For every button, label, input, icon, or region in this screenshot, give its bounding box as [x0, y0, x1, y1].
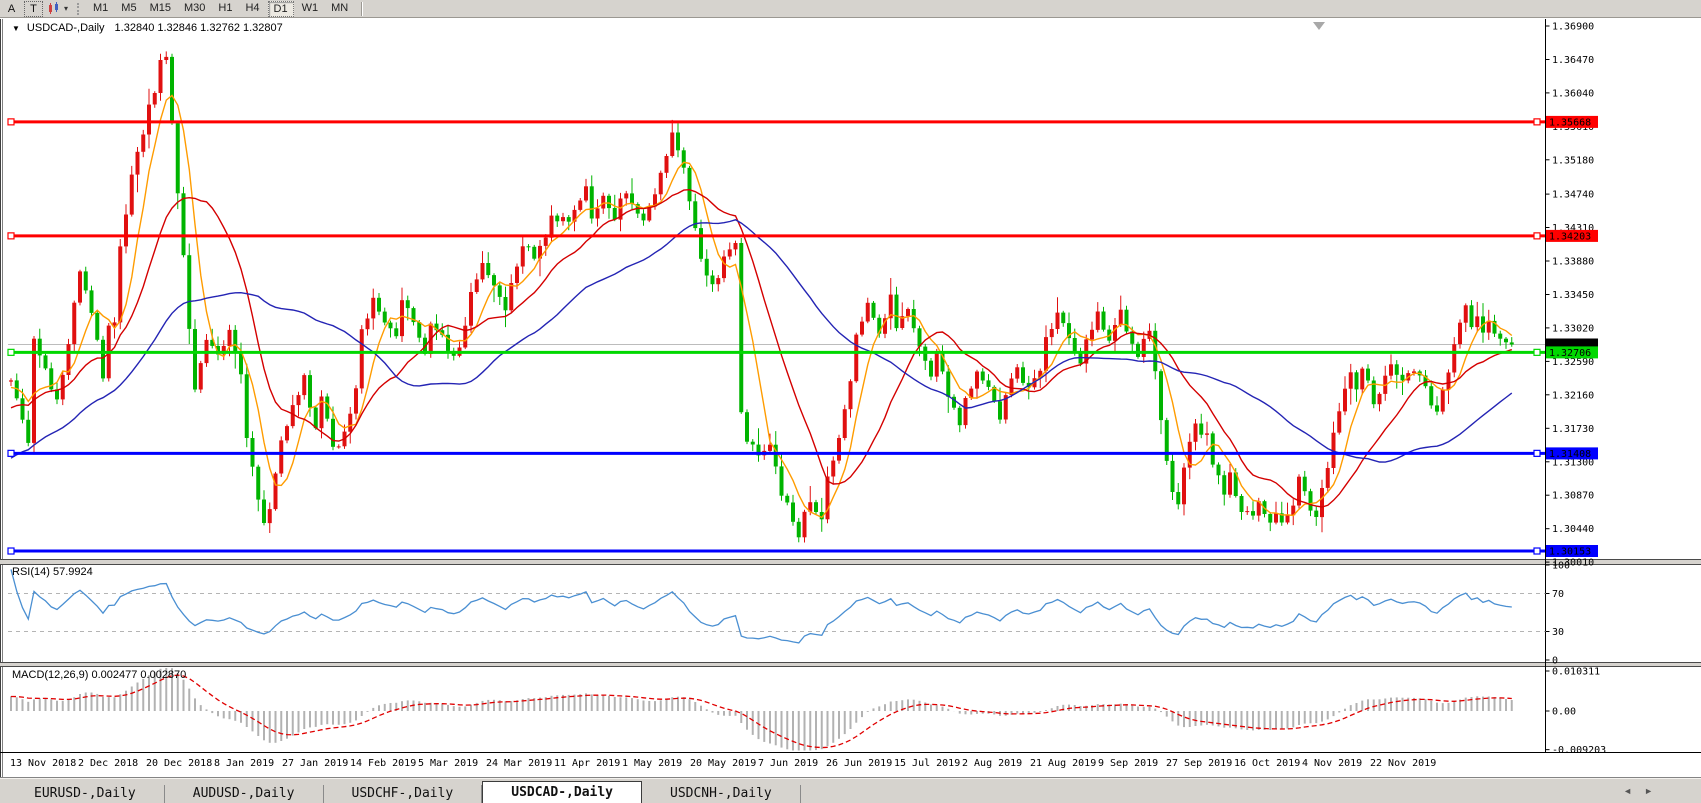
toolbar-separator	[361, 2, 362, 16]
line-handle[interactable]	[1534, 548, 1540, 554]
svg-text:1.33020: 1.33020	[1552, 323, 1594, 334]
timeframe-button-m1[interactable]: M1	[88, 1, 113, 15]
svg-text:1.31730: 1.31730	[1552, 424, 1594, 435]
svg-text:27 Jan 2019: 27 Jan 2019	[282, 758, 348, 769]
timeframe-button-h1[interactable]: H1	[213, 1, 237, 15]
svg-text:7 Jun 2019: 7 Jun 2019	[758, 758, 818, 769]
svg-text:0: 0	[1552, 656, 1558, 667]
svg-text:70: 70	[1552, 589, 1564, 600]
svg-text:1.34203: 1.34203	[1549, 231, 1591, 242]
svg-text:22 Nov 2019: 22 Nov 2019	[1370, 758, 1436, 769]
svg-text:1.30870: 1.30870	[1552, 491, 1594, 502]
svg-text:1.32160: 1.32160	[1552, 390, 1594, 401]
toolbar: A T ▾ M1M5 M15M30H1H4 D1W1MN	[0, 0, 1701, 18]
scroll-right-icon[interactable]: ►	[1644, 786, 1653, 796]
line-handle[interactable]	[8, 349, 14, 355]
svg-text:14 Feb 2019: 14 Feb 2019	[350, 758, 416, 769]
tab-eurusddaily[interactable]: EURUSD-,Daily	[6, 785, 165, 803]
macd-label: MACD(12,26,9) 0.002477 0.002870	[12, 669, 186, 681]
line-handle[interactable]	[8, 119, 14, 125]
timeframe-button-mn[interactable]: MN	[326, 1, 353, 15]
svg-text:15 Jul 2019: 15 Jul 2019	[894, 758, 960, 769]
svg-text:8 Jan 2019: 8 Jan 2019	[214, 758, 274, 769]
svg-text:9 Sep 2019: 9 Sep 2019	[1098, 758, 1158, 769]
tab-usdcnhdaily[interactable]: USDCNH-,Daily	[642, 785, 801, 803]
text-tool-button[interactable]: T	[24, 1, 43, 17]
level-price-label: 1.34203	[1546, 230, 1598, 243]
chevron-down-icon[interactable]: ▼	[12, 24, 20, 33]
level-price-label: 1.31408	[1546, 447, 1598, 460]
chart-canvas[interactable]: 1.369001.364701.360401.356101.351801.347…	[0, 0, 1701, 803]
svg-text:20 May 2019: 20 May 2019	[690, 758, 756, 769]
svg-text:0.00: 0.00	[1552, 707, 1576, 718]
chart-tool-icon	[47, 2, 62, 15]
svg-text:2 Dec 2018: 2 Dec 2018	[78, 758, 138, 769]
symbol-name: USDCAD-,Daily	[27, 22, 105, 34]
svg-text:4 Nov 2019: 4 Nov 2019	[1302, 758, 1362, 769]
svg-text:13 Nov 2018: 13 Nov 2018	[10, 758, 76, 769]
svg-text:24 Mar 2019: 24 Mar 2019	[486, 758, 552, 769]
svg-text:1.32706: 1.32706	[1549, 348, 1591, 359]
time-axis[interactable]: 13 Nov 20182 Dec 2018 20 Dec 20188 Jan 20…	[10, 758, 1436, 769]
tab-usdchfdaily[interactable]: USDCHF-,Daily	[324, 785, 483, 803]
svg-text:-0.009203: -0.009203	[1552, 745, 1606, 756]
tab-audusddaily[interactable]: AUDUSD-,Daily	[165, 785, 324, 803]
svg-text:27 Sep 2019: 27 Sep 2019	[1166, 758, 1232, 769]
svg-text:100: 100	[1552, 561, 1570, 572]
level-price-label: 1.35668	[1546, 116, 1598, 128]
line-handle[interactable]	[1534, 119, 1540, 125]
svg-text:1.30153: 1.30153	[1549, 547, 1591, 558]
svg-text:5 Mar 2019: 5 Mar 2019	[418, 758, 478, 769]
chart-tool-button[interactable]: ▾	[47, 2, 68, 16]
svg-text:30: 30	[1552, 627, 1564, 638]
svg-text:1.35668: 1.35668	[1549, 117, 1591, 128]
svg-text:21 Aug 2019: 21 Aug 2019	[1030, 758, 1096, 769]
line-handle[interactable]	[8, 450, 14, 456]
level-price-label: 1.30153	[1546, 545, 1598, 558]
timeframe-button-m30[interactable]: M30	[179, 1, 210, 15]
svg-text:26 Jun 2019: 26 Jun 2019	[826, 758, 892, 769]
timeframe-button-h4[interactable]: H4	[240, 1, 264, 15]
line-handle[interactable]	[8, 548, 14, 554]
svg-text:1.36900: 1.36900	[1552, 22, 1594, 33]
scroll-left-icon[interactable]: ◄	[1623, 786, 1632, 796]
toolbar-grip[interactable]	[77, 3, 81, 15]
svg-text:1.31408: 1.31408	[1549, 449, 1591, 460]
svg-text:1.34740: 1.34740	[1552, 190, 1594, 201]
svg-text:16 Oct 2019: 16 Oct 2019	[1234, 758, 1300, 769]
chart-title: ▼ USDCAD-,Daily 1.32840 1.32846 1.32762 …	[12, 22, 283, 34]
timeframe-button-d1[interactable]: D1	[268, 1, 294, 17]
symbol-tab-bar: EURUSD-,DailyAUDUSD-,DailyUSDCHF-,DailyU…	[0, 777, 1701, 803]
svg-text:1 May 2019: 1 May 2019	[622, 758, 682, 769]
svg-text:1.33450: 1.33450	[1552, 290, 1594, 301]
svg-text:2 Aug 2019: 2 Aug 2019	[962, 758, 1022, 769]
timeframe-button-m5[interactable]: M5	[116, 1, 141, 15]
symbol-tabs: EURUSD-,DailyAUDUSD-,DailyUSDCHF-,DailyU…	[6, 781, 801, 803]
arrow-tool-button[interactable]: A	[3, 2, 20, 16]
svg-text:1.33880: 1.33880	[1552, 257, 1594, 268]
timeframe-button-m15[interactable]: M15	[145, 1, 176, 15]
ohlc-values: 1.32840 1.32846 1.32762 1.32807	[115, 22, 283, 34]
svg-text:11 Apr 2019: 11 Apr 2019	[554, 758, 620, 769]
svg-text:1.36470: 1.36470	[1552, 55, 1594, 66]
line-handle[interactable]	[1534, 450, 1540, 456]
rsi-label: RSI(14) 57.9924	[12, 566, 93, 578]
line-handle[interactable]	[1534, 233, 1540, 239]
tab-scrollbar: ◄ ►	[1623, 786, 1653, 796]
svg-text:20 Dec 2018: 20 Dec 2018	[146, 758, 212, 769]
tab-usdcaddaily[interactable]: USDCAD-,Daily	[482, 781, 642, 803]
svg-text:1.36040: 1.36040	[1552, 88, 1594, 99]
timeframe-button-w1[interactable]: W1	[297, 1, 324, 15]
line-handle[interactable]	[8, 233, 14, 239]
svg-text:1.30440: 1.30440	[1552, 524, 1594, 535]
svg-text:0.010311: 0.010311	[1552, 667, 1600, 678]
level-price-label: 1.32706	[1546, 346, 1598, 359]
chevron-down-icon: ▾	[64, 4, 68, 13]
svg-text:1.35180: 1.35180	[1552, 155, 1594, 166]
line-handle[interactable]	[1534, 349, 1540, 355]
timeframe-group: M1M5 M15M30H1H4 D1W1MN	[88, 1, 356, 17]
